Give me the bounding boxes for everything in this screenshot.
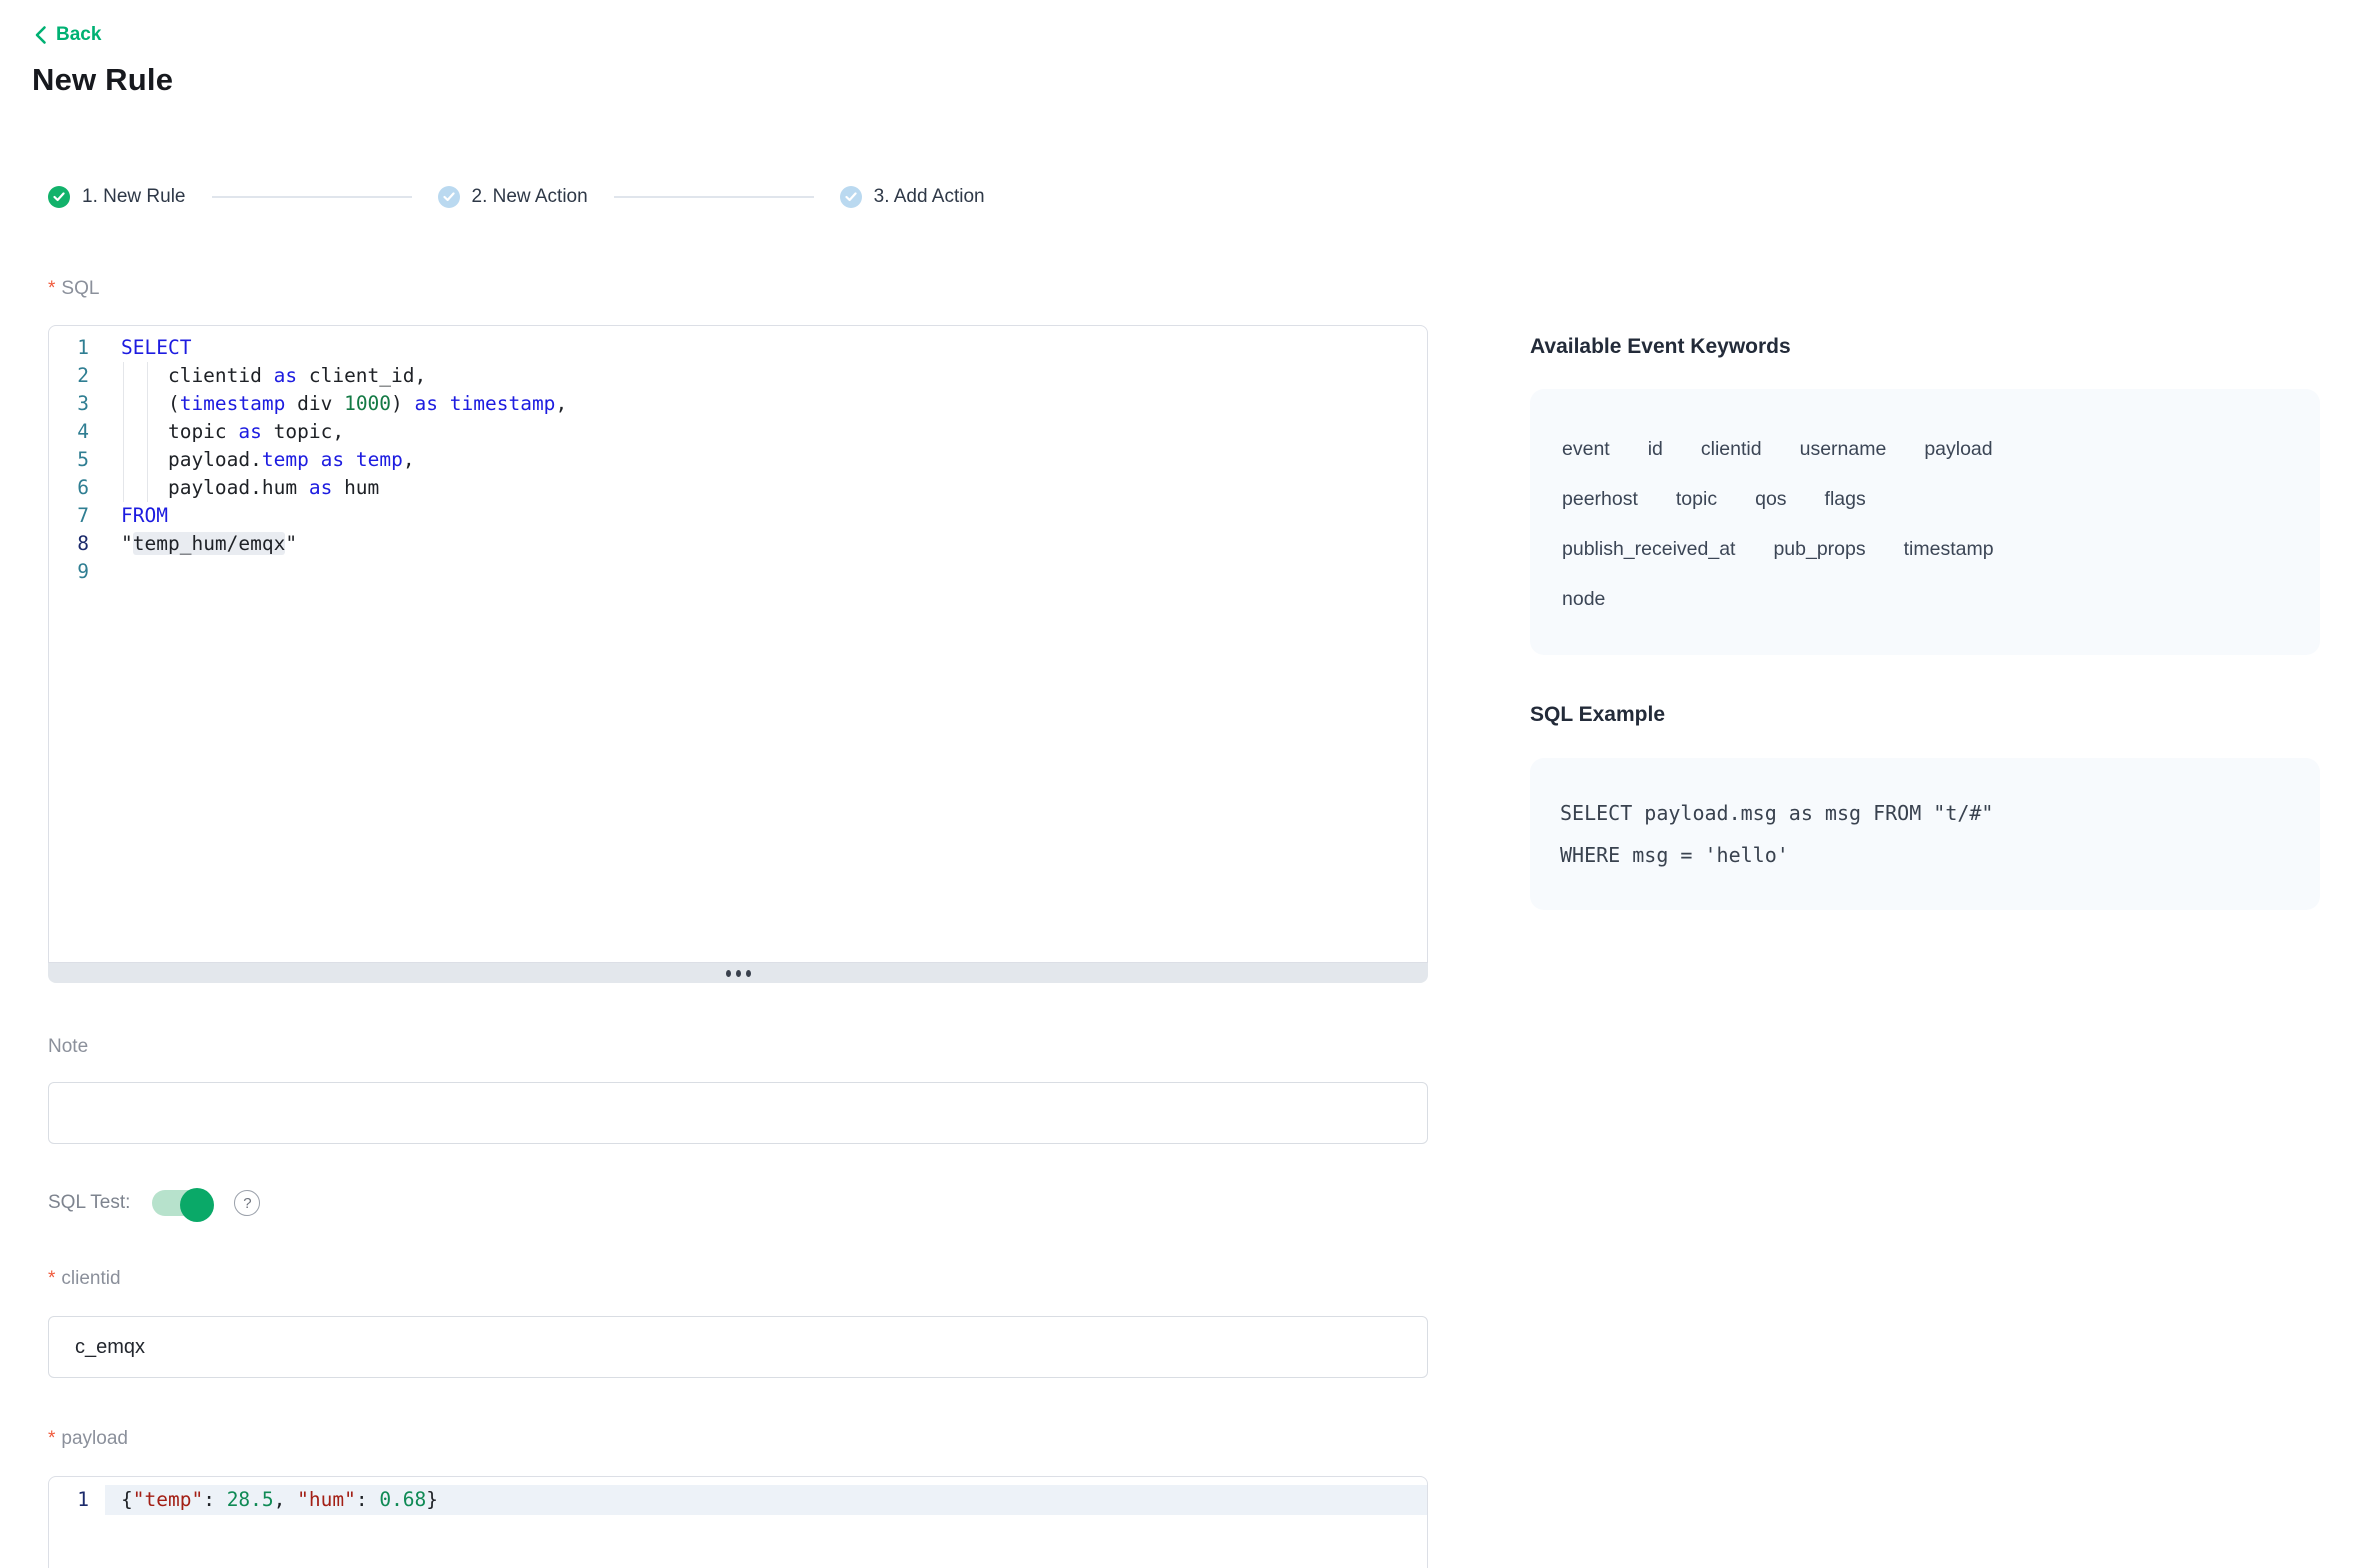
- event-keyword: flags: [1825, 488, 1866, 510]
- code-line[interactable]: 3 (timestamp div 1000) as timestamp,: [49, 390, 1427, 418]
- sql-example-box: SELECT payload.msg as msg FROM "t/#"WHER…: [1530, 758, 2320, 910]
- code-content: payload.temp as temp,: [105, 446, 1427, 474]
- chevron-left-icon: [34, 25, 47, 45]
- keyword-row: peerhost topic qos flags: [1562, 475, 2288, 525]
- event-keyword: timestamp: [1904, 538, 1994, 560]
- check-circle-icon: [438, 186, 460, 208]
- editor-resize-handle[interactable]: [48, 963, 1428, 983]
- code-content: payload.hum as hum: [105, 474, 1427, 502]
- line-number: 2: [49, 362, 105, 390]
- clientid-input[interactable]: [48, 1316, 1428, 1378]
- code-content: SELECT: [105, 334, 1427, 362]
- code-content: [105, 558, 1427, 586]
- step-new-rule[interactable]: 1. New Rule: [48, 186, 186, 208]
- step-label: 1. New Rule: [82, 186, 186, 208]
- code-line[interactable]: 1SELECT: [49, 334, 1427, 362]
- event-keyword: node: [1562, 588, 1605, 610]
- event-keyword: id: [1648, 438, 1663, 460]
- line-number: 8: [49, 530, 105, 558]
- code-line[interactable]: 9: [49, 558, 1427, 586]
- step-connector: [614, 196, 814, 198]
- step-new-action[interactable]: 2. New Action: [438, 186, 588, 208]
- sql-field-label: *SQL: [48, 278, 99, 300]
- sql-test-label: SQL Test:: [48, 1192, 130, 1214]
- page-title: New Rule: [32, 62, 173, 98]
- sql-test-toggle[interactable]: [152, 1190, 212, 1216]
- code-line[interactable]: 5 payload.temp as temp,: [49, 446, 1427, 474]
- back-label: Back: [56, 24, 101, 46]
- required-asterisk: *: [48, 1268, 55, 1289]
- payload-field-label: *payload: [48, 1428, 128, 1450]
- toggle-knob: [180, 1188, 214, 1222]
- available-event-keywords-title: Available Event Keywords: [1530, 335, 2320, 359]
- event-keyword: qos: [1755, 488, 1786, 510]
- line-number: 1: [49, 1485, 105, 1515]
- back-button[interactable]: Back: [34, 24, 101, 46]
- event-keyword: topic: [1676, 488, 1717, 510]
- event-keyword: payload: [1924, 438, 1992, 460]
- event-keyword: peerhost: [1562, 488, 1638, 510]
- code-line[interactable]: 8"temp_hum/emqx": [49, 530, 1427, 558]
- event-keywords-box: event id clientid username payload peerhost to…: [1530, 389, 2320, 655]
- sql-example-line: WHERE msg = 'hello': [1560, 834, 2290, 876]
- check-circle-icon: [48, 186, 70, 208]
- code-content: topic as topic,: [105, 418, 1427, 446]
- code-line[interactable]: 7FROM: [49, 502, 1427, 530]
- right-panel: Available Event Keywords event id clientid…: [1530, 335, 2320, 910]
- keyword-row: node: [1562, 575, 2288, 625]
- code-content: (timestamp div 1000) as timestamp,: [105, 390, 1427, 418]
- code-content: clientid as client_id,: [105, 362, 1427, 390]
- event-keyword: pub_props: [1773, 538, 1865, 560]
- sql-example-line: SELECT payload.msg as msg FROM "t/#": [1560, 792, 2290, 834]
- ellipsis-dots-icon: [736, 970, 741, 977]
- line-number: 5: [49, 446, 105, 474]
- line-number: 6: [49, 474, 105, 502]
- clientid-field-label: *clientid: [48, 1268, 121, 1290]
- code-line[interactable]: 6 payload.hum as hum: [49, 474, 1427, 502]
- check-circle-icon: [840, 186, 862, 208]
- event-keyword: username: [1800, 438, 1887, 460]
- line-number: 7: [49, 502, 105, 530]
- note-input[interactable]: [48, 1082, 1428, 1144]
- wizard-steps: 1. New Rule 2. New Action 3. Add Action: [48, 186, 985, 208]
- required-asterisk: *: [48, 1428, 55, 1449]
- sql-example-title: SQL Example: [1530, 703, 2320, 727]
- line-number: 3: [49, 390, 105, 418]
- step-add-action[interactable]: 3. Add Action: [840, 186, 985, 208]
- sql-code-editor[interactable]: 1SELECT2 clientid as client_id,3 (timest…: [48, 325, 1428, 963]
- keyword-row: event id clientid username payload: [1562, 425, 2288, 475]
- event-keyword: event: [1562, 438, 1610, 460]
- keyword-row: publish_received_at pub_props timestamp: [1562, 525, 2288, 575]
- line-number: 1: [49, 334, 105, 362]
- line-number: 9: [49, 558, 105, 586]
- sql-test-row: SQL Test: ?: [48, 1190, 260, 1216]
- step-label: 2. New Action: [472, 186, 588, 208]
- ellipsis-dots-icon: [746, 970, 751, 977]
- event-keyword: publish_received_at: [1562, 538, 1735, 560]
- ellipsis-dots-icon: [726, 970, 731, 977]
- code-content: {"temp": 28.5, "hum": 0.68}: [105, 1485, 1427, 1515]
- payload-code-editor[interactable]: 1{"temp": 28.5, "hum": 0.68}: [48, 1476, 1428, 1568]
- code-content: "temp_hum/emqx": [105, 530, 1427, 558]
- new-rule-page: Back New Rule 1. New Rule 2. New Action …: [0, 0, 2356, 1568]
- line-number: 4: [49, 418, 105, 446]
- code-line[interactable]: 1{"temp": 28.5, "hum": 0.68}: [49, 1485, 1427, 1515]
- code-line[interactable]: 2 clientid as client_id,: [49, 362, 1427, 390]
- step-connector: [212, 196, 412, 198]
- required-asterisk: *: [48, 278, 55, 299]
- event-keyword: clientid: [1701, 438, 1762, 460]
- step-label: 3. Add Action: [874, 186, 985, 208]
- code-line[interactable]: 4 topic as topic,: [49, 418, 1427, 446]
- code-content: FROM: [105, 502, 1427, 530]
- question-mark-icon[interactable]: ?: [234, 1190, 260, 1216]
- note-field-label: Note: [48, 1036, 88, 1058]
